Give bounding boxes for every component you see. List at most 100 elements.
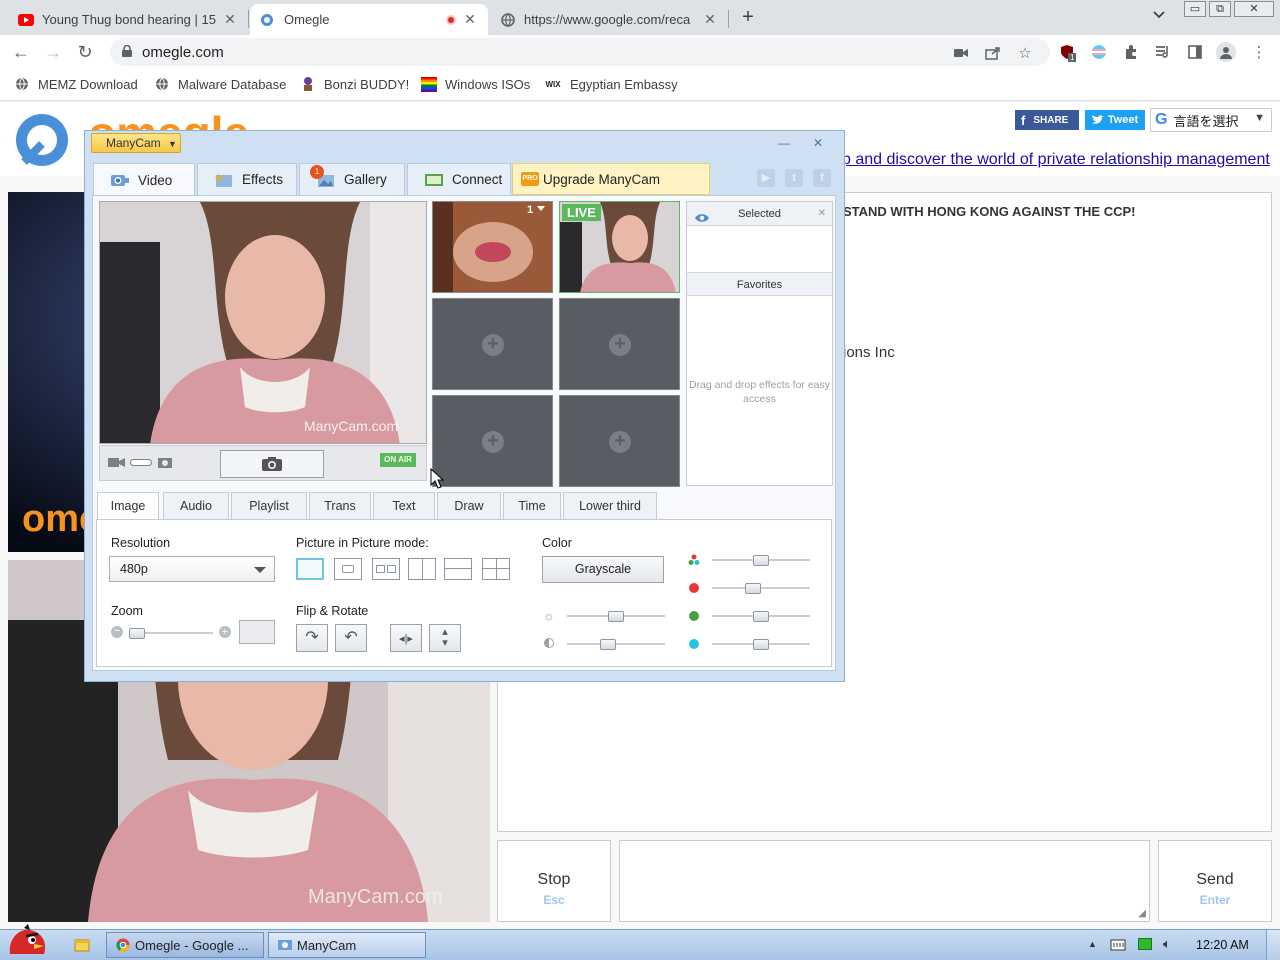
camera-mode-icon[interactable]: [158, 456, 172, 471]
bookmark-malware-database[interactable]: Malware Database: [154, 76, 286, 92]
add-source-slot[interactable]: +: [559, 395, 680, 487]
youtube-icon[interactable]: ▶: [757, 169, 775, 187]
subtab-time[interactable]: Time: [503, 492, 561, 520]
add-source-slot[interactable]: +: [432, 298, 553, 390]
upgrade-manycam-button[interactable]: PRO Upgrade ManyCam: [512, 163, 710, 195]
close-window-button[interactable]: ✕: [1234, 1, 1274, 17]
kebab-menu-icon[interactable]: ⋮: [1250, 43, 1268, 61]
bookmark-bonzi-buddy[interactable]: Bonzi BUDDY!: [300, 76, 409, 92]
pip-mode-quad[interactable]: [482, 558, 510, 580]
pip-mode-double[interactable]: [372, 558, 400, 580]
add-source-slot[interactable]: +: [559, 298, 680, 390]
twitter-icon[interactable]: t: [785, 169, 803, 187]
source-thumbnail-1[interactable]: 1: [432, 201, 553, 293]
chat-message-input[interactable]: ◢: [619, 840, 1150, 922]
show-desktop-icon[interactable]: [74, 937, 90, 956]
subtab-draw[interactable]: Draw: [437, 492, 501, 520]
side-panel-icon[interactable]: [1186, 43, 1204, 61]
manycam-menu-button[interactable]: ManyCam ▼: [91, 133, 181, 153]
blue-channel-slider[interactable]: [712, 639, 810, 650]
contrast-slider[interactable]: [567, 639, 665, 650]
zoom-out-icon[interactable]: −: [111, 626, 123, 638]
ublock-extension-icon[interactable]: 1: [1058, 43, 1077, 62]
subtab-playlist[interactable]: Playlist: [231, 492, 307, 520]
forward-arrow-icon[interactable]: →: [42, 41, 64, 63]
video-photo-toggle[interactable]: [130, 459, 152, 466]
tab-close-icon[interactable]: ✕: [462, 11, 478, 28]
subtab-trans[interactable]: Trans: [309, 492, 371, 520]
profile-avatar-icon[interactable]: [1216, 42, 1236, 62]
source-thumbnail-live[interactable]: LIVE: [559, 201, 680, 293]
share-icon[interactable]: [984, 44, 1002, 62]
zoom-slider[interactable]: [129, 628, 213, 639]
manycam-close-button[interactable]: ✕: [807, 135, 829, 151]
rotate-right-button[interactable]: ↷: [296, 624, 328, 652]
tagline-link[interactable]: p and discover the world of private rela…: [842, 151, 1270, 169]
google-translate-select[interactable]: G 言語を選択 ▼: [1150, 108, 1272, 132]
saturation-slider[interactable]: [712, 555, 810, 566]
pip-mode-small[interactable]: [334, 558, 362, 580]
taskbar-chrome-omegle[interactable]: Omegle - Google ...: [106, 932, 264, 958]
add-source-slot[interactable]: +: [432, 395, 553, 487]
red-channel-slider[interactable]: [712, 583, 810, 594]
subtab-audio[interactable]: Audio: [163, 492, 229, 520]
tab-search-chevron-icon[interactable]: [1153, 8, 1169, 22]
keyboard-tray-icon[interactable]: [1110, 937, 1126, 956]
tray-expand-icon[interactable]: ▲: [1088, 939, 1097, 949]
subtab-lower-third[interactable]: Lower third: [563, 492, 657, 520]
subtab-image[interactable]: Image: [97, 492, 159, 520]
back-arrow-icon[interactable]: ←: [10, 41, 32, 63]
pip-mode-vertical-split[interactable]: [408, 558, 436, 580]
minimize-window-button[interactable]: ▭: [1184, 1, 1206, 17]
taskbar-clock[interactable]: 12:20 AM: [1196, 938, 1249, 952]
facebook-share-button[interactable]: f SHARE: [1015, 110, 1079, 130]
grayscale-button[interactable]: Grayscale: [542, 556, 664, 583]
manycam-tab-video[interactable]: Video: [93, 163, 195, 197]
rotate-left-button[interactable]: ↶: [335, 624, 367, 652]
clear-selected-icon[interactable]: ✕: [818, 202, 826, 226]
bookmark-star-icon[interactable]: ☆: [1016, 44, 1034, 62]
pip-mode-horizontal-split[interactable]: [444, 558, 472, 580]
start-button[interactable]: [4, 924, 50, 960]
manycam-tab-connect[interactable]: Connect: [407, 163, 511, 195]
tweet-button[interactable]: Tweet: [1085, 110, 1145, 130]
restore-window-button[interactable]: ⧉: [1209, 1, 1231, 17]
tab-close-icon[interactable]: ✕: [222, 11, 238, 28]
resolution-select[interactable]: 480p: [109, 556, 275, 582]
manycam-tab-effects[interactable]: Effects: [197, 163, 297, 195]
camera-in-use-icon[interactable]: [952, 44, 970, 62]
eye-icon[interactable]: [695, 208, 709, 232]
new-tab-button[interactable]: +: [738, 6, 758, 28]
tab-youtube[interactable]: Young Thug bond hearing | 15 ✕: [8, 4, 248, 35]
green-channel-slider[interactable]: [712, 611, 810, 622]
flip-horizontal-button[interactable]: ◂|▸: [390, 624, 422, 652]
tab-omegle[interactable]: Omegle ✕: [250, 4, 488, 35]
extensions-puzzle-icon[interactable]: [1122, 43, 1140, 61]
facebook-icon[interactable]: f: [813, 169, 831, 187]
media-control-icon[interactable]: [1154, 43, 1172, 61]
tab-google-recaptcha[interactable]: https://www.google.com/reca ✕: [490, 4, 728, 35]
snapshot-button[interactable]: [220, 450, 324, 478]
network-tray-icon[interactable]: [1138, 938, 1152, 950]
show-desktop-button[interactable]: [1266, 930, 1280, 960]
subtab-text[interactable]: Text: [373, 492, 435, 520]
stop-button[interactable]: Stop Esc: [497, 840, 611, 922]
manycam-minimize-button[interactable]: —: [773, 135, 795, 151]
bookmark-memz[interactable]: MEMZ Download: [14, 76, 138, 92]
taskbar-manycam[interactable]: ManyCam: [268, 932, 426, 958]
reload-icon[interactable]: ↻: [74, 41, 96, 63]
zoom-in-icon[interactable]: +: [219, 626, 231, 638]
send-button[interactable]: Send Enter: [1158, 840, 1272, 922]
tab-close-icon[interactable]: ✕: [702, 11, 718, 28]
trans-flag-extension-icon[interactable]: [1090, 43, 1108, 61]
record-video-icon[interactable]: [108, 456, 126, 471]
bookmark-windows-isos[interactable]: Windows ISOs: [421, 76, 530, 92]
volume-tray-icon[interactable]: 🔈︎: [1163, 936, 1171, 952]
brightness-slider[interactable]: [567, 611, 665, 622]
address-bar[interactable]: omegle.com ☆: [110, 38, 1050, 66]
resize-grip-icon[interactable]: ◢: [1138, 908, 1146, 919]
bookmark-egyptian-embassy[interactable]: WIX Egyptian Embassy: [544, 76, 677, 92]
flip-vertical-button[interactable]: ▴ ▾: [429, 624, 461, 652]
manycam-tab-gallery[interactable]: 1 Gallery: [299, 163, 405, 195]
pip-mode-off[interactable]: [296, 558, 324, 580]
